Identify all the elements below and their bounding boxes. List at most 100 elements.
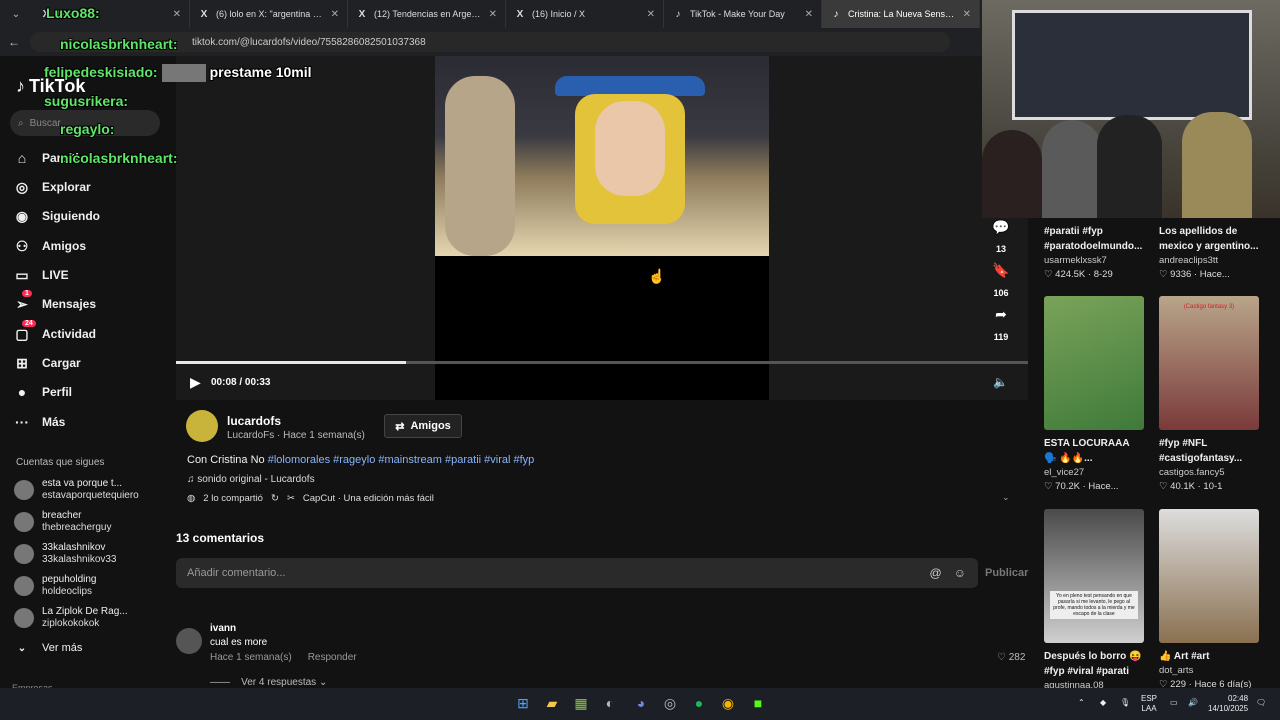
search-icon: ⌕ — [18, 117, 24, 129]
related-thumbnail[interactable] — [1159, 509, 1259, 643]
following-account[interactable]: esta va porque t... estavaporquetequiero — [14, 478, 174, 502]
chevron-up-icon[interactable]: ⌃ — [1078, 698, 1085, 708]
publish-button[interactable]: Publicar — [985, 567, 1028, 579]
comment-like[interactable]: ♡ 282 — [997, 652, 1025, 663]
spotify-icon[interactable]: ● — [690, 694, 708, 712]
language-indicator[interactable]: ESP LAA — [1141, 694, 1157, 714]
related-video[interactable]: #paratii #fyp #paratodoelmundo... usarme… — [1044, 224, 1144, 282]
face-shape — [595, 101, 665, 196]
avatar[interactable] — [176, 628, 202, 654]
comment-user[interactable]: ivann — [210, 623, 236, 634]
following-account[interactable]: La Ziplok De Rag... ziplokokokok — [14, 606, 174, 630]
mic-icon[interactable]: 🎙 — [1120, 698, 1130, 708]
more-icon: ··· — [15, 414, 29, 430]
close-tab-icon[interactable]: ✕ — [805, 9, 813, 20]
x-logo-icon: X — [516, 8, 524, 20]
following-account[interactable]: 33kalashnikov 33kalashnikov33 — [14, 542, 174, 566]
close-tab-icon[interactable]: ✕ — [647, 9, 655, 20]
emoji-icon[interactable]: ☺ — [954, 566, 966, 580]
comments-count: 13 — [995, 244, 1006, 254]
related-thumbnail[interactable]: (Castigo fantasy 3) — [1159, 296, 1259, 430]
person-shape — [1182, 112, 1252, 218]
browser-tab-active[interactable]: ♪Cristina: La Nueva Sensación de✕ — [822, 0, 980, 28]
obs-icon[interactable]: ◎ — [661, 694, 679, 712]
back-arrow-icon[interactable]: ← — [8, 35, 20, 49]
saves-count: 106 — [993, 288, 1009, 298]
nav-item-upload[interactable]: ⊞ Cargar — [14, 352, 164, 374]
file-explorer-icon[interactable]: ▰ — [543, 694, 561, 712]
shield-icon[interactable]: ◆ — [1100, 698, 1106, 708]
play-icon[interactable]: ▶ — [190, 374, 201, 391]
nav-item-friends[interactable]: ⚇ Amigos — [14, 235, 164, 257]
network-icon[interactable]: ▭ — [1170, 698, 1178, 708]
related-video[interactable]: 👍 Art #art dot_arts ♡ 229 · Hace 6 día(s… — [1159, 649, 1259, 692]
tab-search-button[interactable]: ⌄ — [4, 4, 28, 24]
nav-item-explore[interactable]: ◎ Explorar — [14, 176, 164, 198]
app-icon[interactable]: ▦ — [572, 694, 590, 712]
volume-icon[interactable]: 🔊 — [1188, 698, 1198, 708]
nav-item-more[interactable]: ··· Más — [14, 411, 164, 433]
close-tab-icon[interactable]: ✕ — [963, 9, 971, 20]
chat-message: nicolasbrknheart: — [60, 150, 178, 166]
browser-tab[interactable]: X (16) Inicio / X ✕ — [506, 0, 664, 28]
comments-title: 13 comentarios — [176, 531, 265, 545]
nav-item-messages[interactable]: ➢ 1 Mensajes — [14, 289, 164, 315]
nav-item-profile[interactable]: ● Perfil — [14, 381, 164, 403]
friends-icon: ⚇ — [15, 237, 29, 254]
chevron-down-icon[interactable]: ⌄ — [1002, 492, 1010, 503]
windows-start-icon[interactable]: ⊞ — [514, 694, 532, 712]
hashtags[interactable]: #lolomorales #rageylo #mainstream #parat… — [268, 454, 535, 466]
browser-tab[interactable]: X(6) lolo en X: "argentina necesit✕ — [190, 0, 348, 28]
view-replies[interactable]: —— Ver 4 respuestas ⌄ — [210, 677, 327, 688]
related-thumbnail[interactable] — [1044, 296, 1144, 430]
comment-input[interactable]: Añadir comentario... @ ☺ — [176, 558, 978, 588]
volume-icon[interactable]: 🔈 — [993, 375, 1008, 389]
kick-icon[interactable]: ■ — [749, 694, 767, 712]
related-video[interactable]: ESTA LOCURAAA 🗣️ 🔥🔥... el_vice27 ♡ 70.2K… — [1044, 436, 1144, 494]
see-more-link[interactable]: ⌄ Ver más — [14, 637, 164, 659]
video-frame — [435, 56, 769, 256]
related-video[interactable]: Después lo borro 😝 #fyp #viral #parati a… — [1044, 649, 1144, 693]
related-thumbnail[interactable]: Yo en pleno test pensando en que pasaría… — [1044, 509, 1144, 643]
nav-item-live[interactable]: ▭ LIVE — [14, 264, 164, 286]
person-shape — [982, 130, 1042, 218]
cursor-icon: ☝ — [648, 268, 666, 284]
friends-button[interactable]: ⇄ Amigos — [384, 414, 462, 438]
close-tab-icon[interactable]: ✕ — [489, 9, 497, 20]
webcam-overlay — [982, 0, 1280, 218]
discord-icon[interactable]: ◕ — [632, 694, 650, 712]
following-account[interactable]: pepuholding holdeoclips — [14, 574, 174, 598]
close-tab-icon[interactable]: ✕ — [173, 9, 181, 20]
mention-icon[interactable]: @ — [930, 566, 942, 580]
sound-link[interactable]: ♫ sonido original - Lucardofs — [187, 474, 315, 485]
comment-icon[interactable]: 💬 — [990, 219, 1012, 236]
share-icon[interactable]: ➦ — [990, 306, 1012, 323]
browser-tab[interactable]: X(12) Tendencias en Argentina en✕ — [348, 0, 506, 28]
messages-icon: ➢ 1 — [14, 289, 32, 313]
related-video[interactable]: Los apellidos de mexico y argentino... a… — [1159, 224, 1259, 282]
video-letterbox — [435, 256, 769, 400]
steam-icon[interactable]: ◐ — [601, 694, 619, 712]
heart-icon: ♡ — [1159, 481, 1171, 492]
chrome-icon[interactable]: ◉ — [719, 694, 737, 712]
following-account[interactable]: breacher thebreacherguy — [14, 510, 174, 534]
notification-badge: 24 — [22, 319, 36, 327]
related-video[interactable]: #fyp #NFL #castigofantasy... castigos.fa… — [1159, 436, 1259, 494]
author-name[interactable]: lucardofs — [227, 414, 281, 428]
nav-item-activity[interactable]: ▢ 24 Actividad — [14, 319, 164, 345]
browser-tab[interactable]: ♪ TikTok - Make Your Day ✕ — [664, 0, 822, 28]
activity-icon: ▢ 24 — [14, 319, 36, 343]
notification-icon[interactable]: 🗨 — [1256, 698, 1266, 708]
heart-icon: ♡ — [1159, 269, 1171, 280]
close-tab-icon[interactable]: ✕ — [331, 9, 339, 20]
avatar — [14, 480, 34, 500]
author-avatar[interactable] — [186, 410, 218, 442]
x-logo-icon: X — [200, 8, 208, 20]
chevron-down-icon: ⌄ — [316, 677, 328, 688]
bookmark-icon[interactable]: 🔖 — [990, 262, 1012, 279]
reply-button[interactable]: Responder — [308, 652, 357, 663]
nav-item-following[interactable]: ◉ Siguiendo — [14, 205, 164, 227]
clock[interactable]: 02:48 14/10/2025 — [1208, 694, 1248, 714]
person-shape — [1097, 115, 1162, 218]
avatar — [14, 576, 34, 596]
